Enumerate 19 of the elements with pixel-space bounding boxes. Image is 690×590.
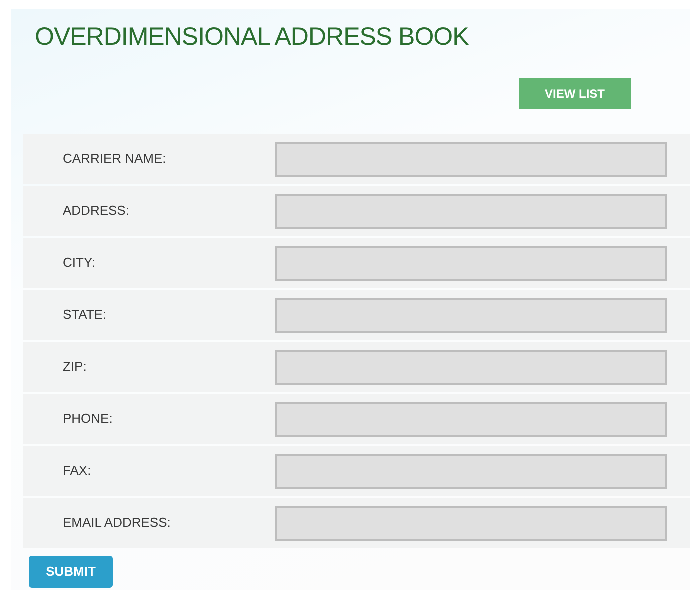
field-label: STATE: bbox=[63, 306, 108, 324]
input-field[interactable] bbox=[275, 402, 667, 436]
field-label: ADDRESS: bbox=[63, 202, 130, 220]
page-title: OVERDIMENSIONAL ADDRESS BOOK bbox=[35, 22, 469, 53]
field-label: CARRIER NAME: bbox=[63, 150, 168, 168]
input-field[interactable] bbox=[275, 350, 667, 384]
input-field[interactable] bbox=[275, 454, 667, 488]
input-field[interactable] bbox=[275, 142, 667, 176]
view-list-button[interactable]: VIEW LIST bbox=[519, 78, 631, 109]
input-field[interactable] bbox=[275, 246, 667, 280]
field-label: FAX: bbox=[63, 462, 92, 480]
field-label: CITY: bbox=[63, 254, 97, 272]
input-field[interactable] bbox=[275, 194, 667, 228]
field-label: ZIP: bbox=[63, 358, 88, 376]
submit-button[interactable]: SUBMIT bbox=[29, 556, 113, 588]
field-label: PHONE: bbox=[63, 410, 114, 428]
input-field[interactable] bbox=[275, 506, 667, 540]
field-label: EMAIL ADDRESS: bbox=[63, 514, 172, 532]
input-field[interactable] bbox=[275, 298, 667, 332]
